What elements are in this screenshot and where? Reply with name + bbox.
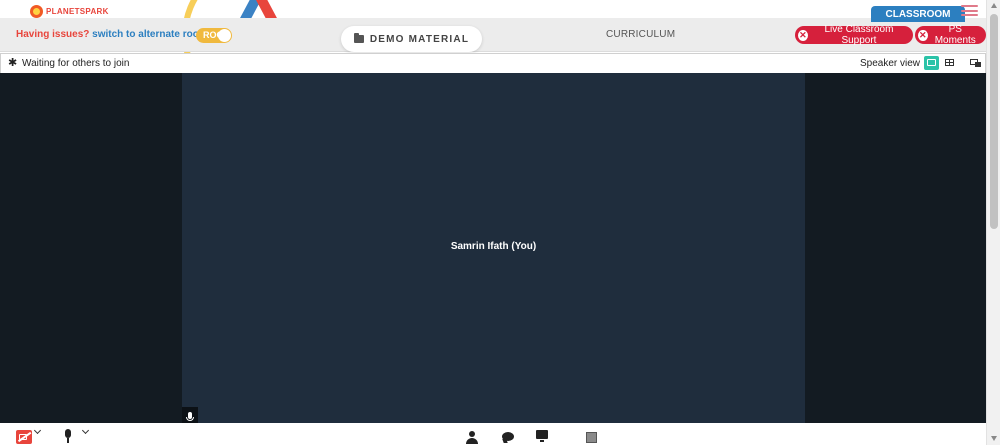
gear-icon[interactable]: ✱ bbox=[8, 58, 18, 69]
participant-video-tile[interactable]: Samrin Ifath (You) bbox=[182, 73, 805, 423]
person-icon[interactable] bbox=[466, 431, 478, 444]
close-circle-icon: ✕ bbox=[798, 29, 808, 41]
microphone-icon[interactable] bbox=[62, 429, 74, 443]
folder-icon bbox=[353, 33, 364, 43]
whiteboard-icon[interactable] bbox=[586, 432, 597, 443]
alternate-room-link[interactable]: switch to alternate room bbox=[92, 29, 208, 40]
scroll-up-icon[interactable] bbox=[991, 3, 997, 8]
brand-logo: PLANETSPARK bbox=[30, 3, 109, 19]
hamburger-menu-icon[interactable] bbox=[961, 5, 978, 16]
picture-in-picture-icon[interactable] bbox=[968, 56, 983, 70]
scroll-down-icon[interactable] bbox=[991, 436, 997, 441]
demo-material-button[interactable]: DEMO MATERIAL bbox=[341, 26, 482, 52]
live-classroom-support-button[interactable]: ✕ Live Classroom Support bbox=[795, 24, 913, 46]
ps-moments-label: PS Moments bbox=[934, 24, 976, 46]
scrollbar-thumb[interactable] bbox=[990, 14, 998, 229]
toggle-knob bbox=[218, 29, 231, 42]
issue-prefix: Having issues? bbox=[16, 29, 90, 40]
meeting-status: Waiting for others to join bbox=[22, 58, 130, 69]
participant-name: Samrin Ifath (You) bbox=[450, 241, 537, 252]
alternate-room-notice: Having issues? switch to alternate room bbox=[16, 29, 208, 40]
bottom-control-bar bbox=[0, 423, 986, 445]
demo-material-label: DEMO MATERIAL bbox=[369, 33, 470, 45]
live-support-label: Live Classroom Support bbox=[824, 24, 894, 46]
menu-line bbox=[961, 14, 978, 16]
classroom-app: PLANETSPARK Having issues? switch to alt… bbox=[0, 0, 1000, 445]
camera-off-icon[interactable] bbox=[16, 430, 32, 444]
close-circle-icon: ✕ bbox=[918, 29, 928, 41]
chevron-down-icon[interactable] bbox=[81, 426, 90, 435]
brand-name: PLANETSPARK bbox=[46, 6, 109, 16]
menu-line bbox=[961, 9, 978, 12]
tile-mic-indicator bbox=[182, 407, 198, 423]
curriculum-tab[interactable]: CURRICULUM bbox=[606, 29, 675, 40]
chat-bubble-icon[interactable] bbox=[502, 432, 514, 443]
meeting-toolbar: ✱ Waiting for others to join Speaker vie… bbox=[0, 53, 986, 73]
screen-share-icon[interactable] bbox=[536, 430, 548, 442]
video-stage: Samrin Ifath (You) bbox=[0, 73, 986, 423]
grid-view-icon[interactable] bbox=[942, 56, 957, 70]
classroom-tab[interactable]: CLASSROOM bbox=[871, 6, 965, 22]
speaker-view-icon[interactable] bbox=[924, 56, 939, 70]
alternate-room-toggle[interactable]: ROO bbox=[196, 28, 232, 43]
page-scrollbar[interactable] bbox=[986, 0, 1000, 445]
ps-moments-button[interactable]: ✕ PS Moments bbox=[915, 24, 986, 46]
view-mode-label: Speaker view bbox=[860, 58, 921, 69]
planetspark-logo-icon bbox=[30, 4, 43, 18]
menu-line bbox=[961, 5, 978, 7]
chevron-down-icon[interactable] bbox=[33, 426, 42, 435]
microphone-icon bbox=[186, 411, 194, 421]
